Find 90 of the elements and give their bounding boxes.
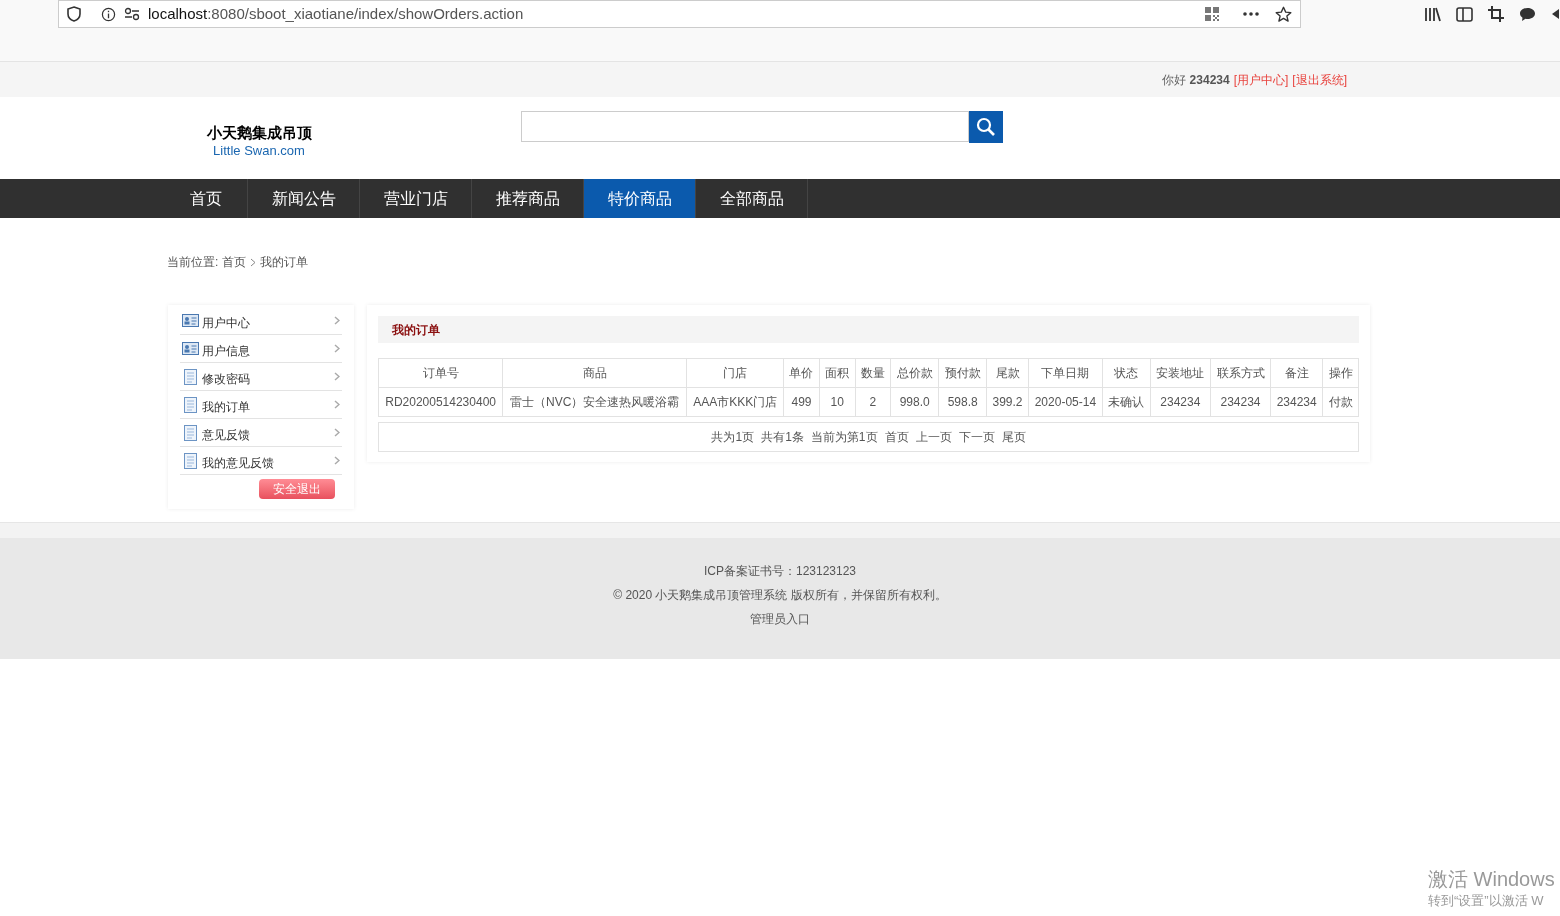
chevron-icon bbox=[334, 400, 340, 409]
page-link[interactable]: 尾页 bbox=[1001, 428, 1026, 446]
nav-tab[interactable]: 全部商品 bbox=[696, 179, 808, 218]
column-header: 订单号 bbox=[378, 358, 503, 388]
sidebar-item[interactable]: 我的订单 bbox=[180, 391, 342, 419]
nav-tab[interactable]: 营业门店 bbox=[360, 179, 472, 218]
search-icon bbox=[976, 117, 996, 137]
chat-icon[interactable] bbox=[1519, 6, 1536, 22]
qr-code-icon[interactable] bbox=[1205, 7, 1219, 21]
column-header: 下单日期 bbox=[1028, 358, 1103, 388]
document-icon bbox=[184, 424, 197, 441]
column-header: 面积 bbox=[819, 358, 856, 388]
table-cell: 10 bbox=[819, 387, 856, 417]
page-link[interactable]: 下一页 bbox=[958, 428, 995, 446]
sidebar-item[interactable]: 意见反馈 bbox=[180, 419, 342, 447]
document-icon bbox=[184, 396, 197, 413]
document-icon bbox=[184, 368, 197, 385]
table-cell: 499 bbox=[783, 387, 820, 417]
header-link[interactable]: [退出系统] bbox=[1292, 70, 1347, 89]
nav-tab[interactable]: 新闻公告 bbox=[248, 179, 360, 218]
page-info: 共为1页 bbox=[711, 429, 755, 446]
breadcrumb-label: 当前位置: bbox=[167, 254, 219, 271]
column-header: 安装地址 bbox=[1150, 358, 1211, 388]
sidebar-item[interactable]: 用户信息 bbox=[180, 335, 342, 363]
footer-text: © 2020 小天鹅集成吊顶管理系统 版权所有，并保留所有权利。 bbox=[613, 587, 947, 604]
greeting-text: 你好 234234 bbox=[1162, 71, 1230, 89]
column-header: 备注 bbox=[1270, 358, 1323, 388]
search-field[interactable] bbox=[521, 111, 969, 142]
column-header: 单价 bbox=[783, 358, 820, 388]
page-info: 当前为第1页 bbox=[810, 429, 878, 446]
url-text: localhost:8080/sboot_xiaotiane/index/showOrders.action bbox=[148, 3, 524, 24]
activation-notice: 转到“设置”以激活 W bbox=[1428, 892, 1545, 910]
crop-icon[interactable] bbox=[1488, 6, 1504, 22]
column-header: 操作 bbox=[1322, 358, 1359, 388]
column-header: 尾款 bbox=[986, 358, 1029, 388]
chevron-icon bbox=[334, 428, 340, 437]
footer-text: ICP备案证书号：123123123 bbox=[703, 563, 857, 580]
chevron-separator bbox=[250, 257, 257, 267]
column-header: 商品 bbox=[502, 358, 687, 388]
chevron-icon bbox=[334, 456, 340, 465]
info-icon bbox=[101, 6, 116, 22]
column-header: 门店 bbox=[686, 358, 784, 388]
column-header: 联系方式 bbox=[1210, 358, 1271, 388]
nav-tab[interactable]: 特价商品 bbox=[584, 179, 696, 218]
logo[interactable]: 小天鹅集成吊顶 Little Swan.com bbox=[198, 123, 320, 159]
document-icon bbox=[184, 452, 197, 469]
admin-link[interactable]: 管理员入口 bbox=[750, 610, 810, 628]
table-cell: 2020-05-14 bbox=[1028, 387, 1103, 417]
arrow-icon[interactable] bbox=[1551, 7, 1559, 21]
table-cell: 998.0 bbox=[890, 387, 939, 417]
page-link[interactable]: 上一页 bbox=[915, 428, 952, 446]
breadcrumb-link[interactable]: 首页 bbox=[222, 253, 247, 271]
breadcrumb-current: 我的订单 bbox=[260, 254, 309, 271]
table-cell: RD20200514230400 bbox=[378, 387, 503, 417]
chevron-icon bbox=[334, 344, 340, 353]
sidebar-item[interactable]: 我的意见反馈 bbox=[180, 447, 342, 475]
table-cell: 399.2 bbox=[986, 387, 1029, 417]
id-card-icon bbox=[182, 342, 199, 355]
permissions-icon bbox=[124, 7, 140, 21]
address-bar[interactable]: localhost:8080/sboot_xiaotiane/index/showOrders.action bbox=[58, 0, 1301, 28]
table-cell: 598.8 bbox=[938, 387, 987, 417]
search-button[interactable] bbox=[969, 111, 1003, 143]
table-cell: 234234 bbox=[1210, 387, 1271, 417]
more-icon[interactable] bbox=[1243, 12, 1259, 16]
nav-tab[interactable]: 首页 bbox=[165, 179, 248, 218]
chevron-icon bbox=[334, 316, 340, 325]
column-header: 状态 bbox=[1102, 358, 1151, 388]
page-info: 共有1条 bbox=[761, 429, 804, 446]
chevron-icon bbox=[334, 372, 340, 381]
sidebar-icon[interactable] bbox=[1456, 6, 1473, 22]
table-cell: 234234 bbox=[1270, 387, 1323, 417]
table-cell: 2 bbox=[855, 387, 891, 417]
library-icon[interactable] bbox=[1424, 6, 1441, 22]
column-header: 总价款 bbox=[890, 358, 939, 388]
sidebar-item[interactable]: 修改密码 bbox=[180, 363, 342, 391]
star-icon[interactable] bbox=[1275, 5, 1292, 23]
pay-link[interactable]: 付款 bbox=[1322, 387, 1359, 417]
column-header: 数量 bbox=[855, 358, 891, 388]
id-card-icon bbox=[182, 314, 199, 327]
page-link[interactable]: 首页 bbox=[884, 428, 909, 446]
table-cell: 雷士（NVC）安全速热风暖浴霸 bbox=[502, 387, 687, 417]
table-cell: 234234 bbox=[1150, 387, 1211, 417]
column-header: 预付款 bbox=[938, 358, 987, 388]
header-link[interactable]: [用户中心] bbox=[1233, 70, 1289, 89]
shield-icon bbox=[67, 6, 81, 22]
table-cell: AAA市KKK门店 bbox=[686, 387, 784, 417]
activation-notice: 激活 Windows bbox=[1428, 867, 1555, 892]
table-cell: 未确认 bbox=[1102, 387, 1151, 417]
sidebar-item[interactable]: 用户中心 bbox=[180, 307, 342, 335]
panel-title: 我的订单 bbox=[392, 321, 440, 339]
